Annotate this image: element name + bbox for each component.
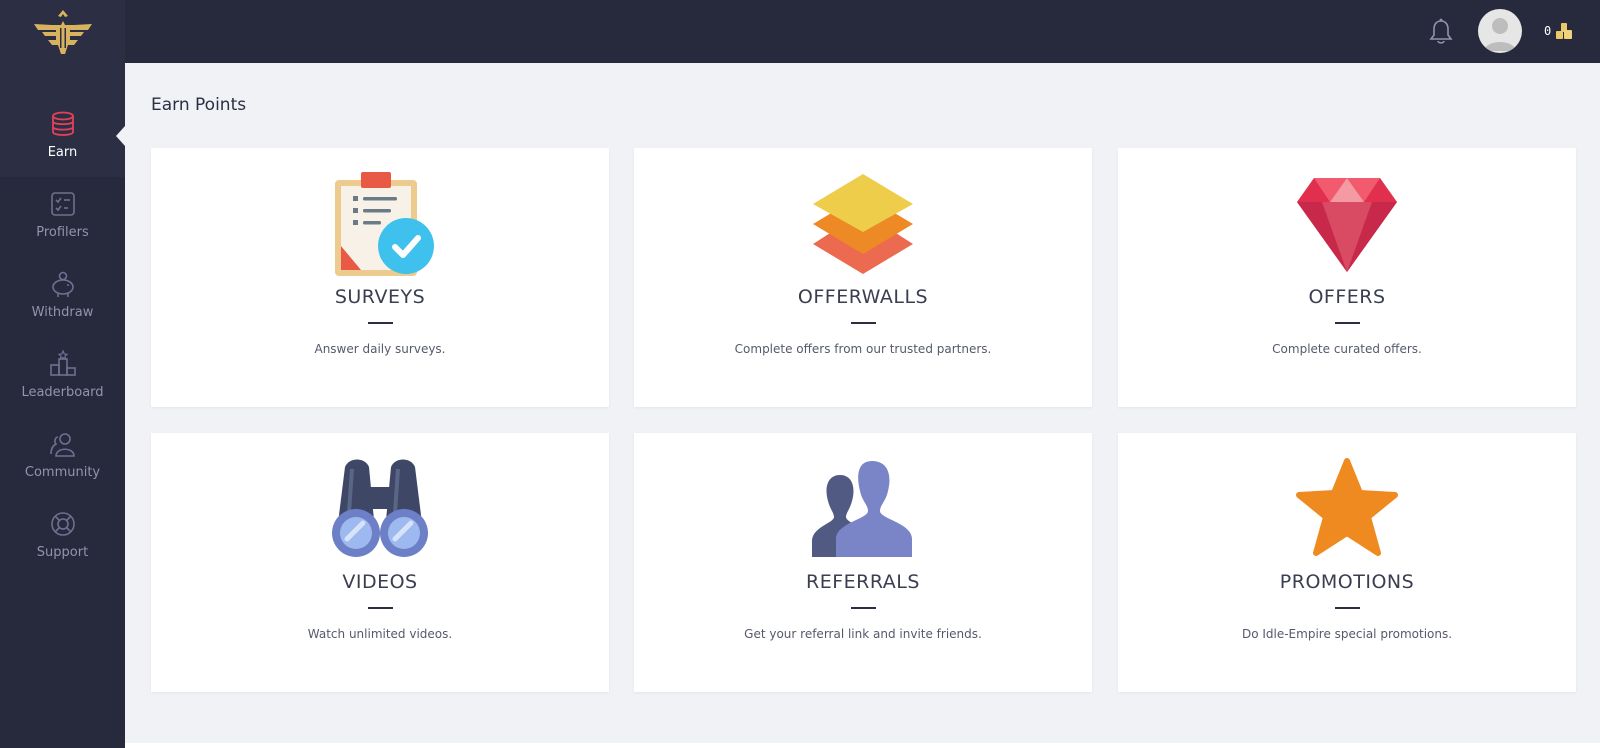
card-videos[interactable]: VIDEOS Watch unlimited videos.	[151, 433, 609, 692]
top-bar: 0	[0, 0, 1600, 63]
lifebuoy-icon	[50, 512, 75, 536]
sidebar-item-profilers[interactable]: Profilers	[0, 177, 125, 257]
sidebar-item-label: Community	[24, 465, 101, 480]
sidebar-item-label: Support	[36, 545, 89, 560]
avatar[interactable]	[1478, 9, 1522, 53]
sidebar-item-withdraw[interactable]: Withdraw	[0, 257, 125, 337]
trophy-icon	[49, 349, 76, 376]
card-title: SURVEYS	[334, 286, 426, 308]
card-title: VIDEOS	[342, 571, 418, 593]
card-title: OFFERWALLS	[797, 286, 929, 308]
active-indicator	[116, 126, 125, 146]
sidebar-item-support[interactable]: Support	[0, 497, 125, 577]
card-promotions[interactable]: PROMOTIONS Do Idle-Empire special promot…	[1118, 433, 1576, 692]
coins-stack-icon	[1556, 23, 1573, 39]
divider	[1334, 607, 1360, 609]
card-offers[interactable]: OFFERS Complete curated offers.	[1118, 148, 1576, 407]
card-description: Get your referral link and invite friend…	[744, 627, 982, 641]
sidebar-item-label: Earn	[47, 145, 78, 160]
logo[interactable]	[0, 0, 125, 63]
eagle-logo-icon	[33, 9, 92, 54]
diamond-icon	[1297, 178, 1397, 272]
coins-icon	[51, 111, 74, 136]
card-description: Complete offers from our trusted partner…	[734, 342, 992, 356]
sidebar-item-earn[interactable]: Earn	[0, 97, 125, 177]
bell-icon[interactable]	[1428, 17, 1454, 45]
card-description: Do Idle-Empire special promotions.	[1241, 627, 1453, 641]
card-title: OFFERS	[1308, 286, 1386, 308]
card-referrals[interactable]: REFERRALS Get your referral link and inv…	[634, 433, 1092, 692]
divider	[367, 322, 393, 324]
divider	[850, 322, 876, 324]
card-title: REFERRALS	[806, 571, 920, 593]
main-content: Earn Points SURVEYS Answer daily surveys…	[125, 63, 1600, 743]
binoculars-icon	[332, 459, 428, 557]
divider	[367, 607, 393, 609]
users-icon	[49, 433, 75, 457]
checklist-icon	[50, 192, 75, 216]
sidebar-item-label: Withdraw	[31, 305, 94, 320]
card-description: Watch unlimited videos.	[307, 627, 453, 641]
card-surveys[interactable]: SURVEYS Answer daily surveys.	[151, 148, 609, 407]
layers-icon	[813, 174, 913, 274]
card-description: Complete curated offers.	[1272, 342, 1422, 356]
divider	[850, 607, 876, 609]
sidebar-header-strip	[0, 63, 125, 97]
sidebar: Earn Profilers Withdraw Leaderboard Comm…	[0, 63, 125, 748]
sidebar-item-leaderboard[interactable]: Leaderboard	[0, 337, 125, 417]
card-description: Answer daily surveys.	[314, 342, 446, 356]
sidebar-item-label: Leaderboard	[21, 385, 104, 400]
star-icon	[1296, 458, 1398, 556]
sidebar-item-community[interactable]: Community	[0, 417, 125, 497]
points-balance[interactable]: 0	[1544, 21, 1574, 41]
sidebar-item-label: Profilers	[36, 225, 89, 240]
balance-value: 0	[1544, 24, 1552, 38]
piggy-bank-icon	[51, 271, 74, 297]
card-title: PROMOTIONS	[1279, 571, 1415, 593]
people-icon	[812, 461, 912, 557]
card-offerwalls[interactable]: OFFERWALLS Complete offers from our trus…	[634, 148, 1092, 407]
user-placeholder-icon	[1484, 18, 1516, 51]
divider	[1334, 322, 1360, 324]
clipboard-check-icon	[335, 172, 434, 276]
page-title: Earn Points	[151, 95, 247, 115]
